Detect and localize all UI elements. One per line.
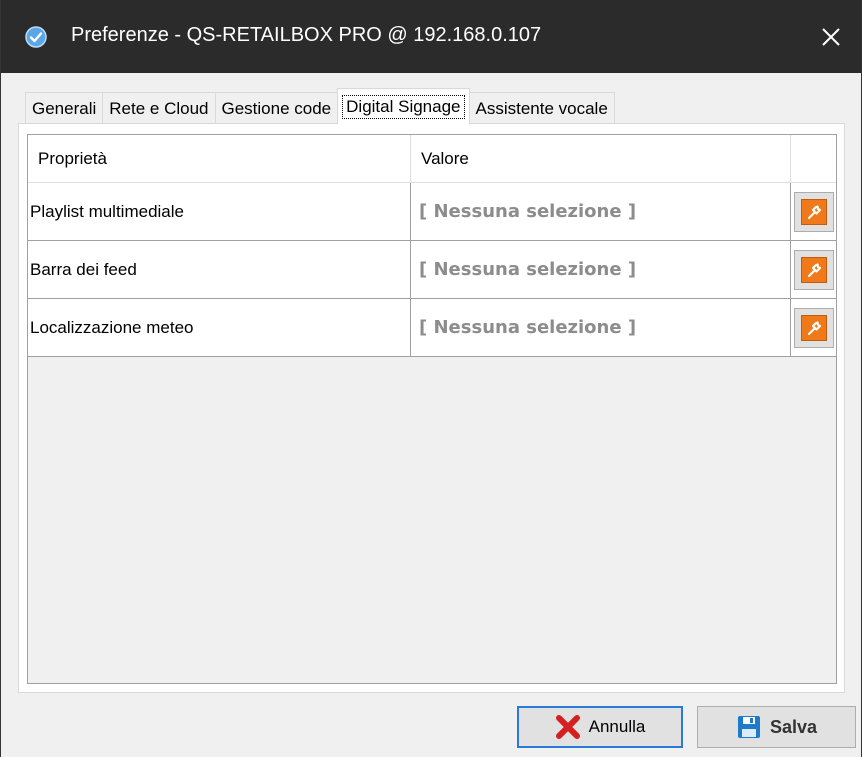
save-button[interactable]: Salva <box>697 706 856 748</box>
tab-label: Assistente vocale <box>475 98 608 118</box>
property-name: Playlist multimediale <box>30 201 184 221</box>
close-button[interactable] <box>801 0 861 73</box>
edit-cell <box>790 183 836 240</box>
window-title: Preferenze - QS-RETAILBOX PRO @ 192.168.… <box>71 24 542 46</box>
property-grid: Proprietà Valore Playlist multimediale [… <box>27 134 837 684</box>
column-header-property[interactable]: Proprietà <box>28 135 410 183</box>
wrench-icon <box>800 198 827 225</box>
cancel-button[interactable]: Annulla <box>517 706 683 748</box>
tab-gestione-code[interactable]: Gestione code <box>214 92 339 124</box>
edit-weather-button[interactable] <box>793 307 834 348</box>
tab-label: Gestione code <box>221 98 332 118</box>
tab-label: Digital Signage <box>342 94 465 119</box>
tab-strip: Generali Rete e Cloud Gestione code Digi… <box>25 88 615 124</box>
grid-header: Proprietà Valore <box>28 135 836 183</box>
red-x-icon <box>555 715 580 739</box>
floppy-disk-icon <box>737 716 760 738</box>
wrench-icon <box>800 314 827 341</box>
table-row[interactable]: Playlist multimediale [ Nessuna selezion… <box>28 183 836 241</box>
property-name: Barra dei feed <box>30 259 137 279</box>
close-icon <box>822 27 840 46</box>
column-header-action <box>790 135 836 183</box>
preferences-dialog: Preferenze - QS-RETAILBOX PRO @ 192.168.… <box>0 0 862 757</box>
tab-generali[interactable]: Generali <box>25 92 104 124</box>
cancel-label: Annulla <box>588 717 646 736</box>
column-header-value[interactable]: Valore <box>410 135 790 183</box>
table-row[interactable]: Localizzazione meteo [ Nessuna selezione… <box>28 299 836 357</box>
wrench-icon <box>800 256 827 283</box>
tab-rete-e-cloud[interactable]: Rete e Cloud <box>102 92 216 124</box>
edit-playlist-button[interactable] <box>793 191 834 232</box>
property-value[interactable]: [ Nessuna selezione ] <box>410 299 790 356</box>
table-row[interactable]: Barra dei feed [ Nessuna selezione ] <box>28 241 836 299</box>
tab-label: Rete e Cloud <box>109 98 209 118</box>
title-bar[interactable]: Preferenze - QS-RETAILBOX PRO @ 192.168.… <box>1 0 861 73</box>
property-name: Localizzazione meteo <box>30 317 194 337</box>
edit-cell <box>790 299 836 356</box>
tab-panel-digital-signage: Proprietà Valore Playlist multimediale [… <box>18 123 845 693</box>
edit-feed-button[interactable] <box>793 249 834 290</box>
edit-cell <box>790 241 836 298</box>
tab-digital-signage[interactable]: Digital Signage <box>337 88 470 124</box>
app-check-icon <box>25 26 47 48</box>
tab-assistente-vocale[interactable]: Assistente vocale <box>468 92 615 124</box>
tab-label: Generali <box>32 98 97 118</box>
property-value[interactable]: [ Nessuna selezione ] <box>410 241 790 298</box>
save-label: Salva <box>769 716 818 737</box>
property-value[interactable]: [ Nessuna selezione ] <box>410 183 790 240</box>
